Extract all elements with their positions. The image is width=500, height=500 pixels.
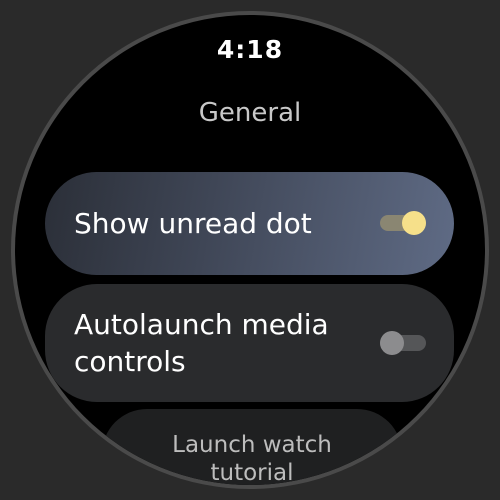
toggle-thumb [380,331,404,355]
tutorial-label-line2: tutorial [210,460,294,485]
autolaunch-media-controls-label: Autolaunch media controls [74,306,329,380]
launch-watch-tutorial-label: Launch watch tutorial [102,431,402,485]
show-unread-dot-label: Show unread dot [74,207,312,240]
show-unread-dot-toggle[interactable] [380,211,426,235]
show-unread-dot-chip[interactable]: Show unread dot [45,172,454,275]
autolaunch-label-line2: controls [74,345,186,378]
autolaunch-media-controls-toggle[interactable] [380,331,426,355]
autolaunch-label-line1: Autolaunch media [74,308,329,341]
page-title: General [198,98,302,128]
launch-watch-tutorial-chip[interactable]: Launch watch tutorial [102,409,402,485]
status-time: 4:18 [216,35,284,64]
toggle-thumb [402,211,426,235]
autolaunch-media-controls-chip[interactable]: Autolaunch media controls [45,284,454,402]
watch-screen[interactable]: 4:18 General Show unread dot Autolaunch … [15,15,485,485]
tutorial-label-line1: Launch watch [172,432,332,458]
